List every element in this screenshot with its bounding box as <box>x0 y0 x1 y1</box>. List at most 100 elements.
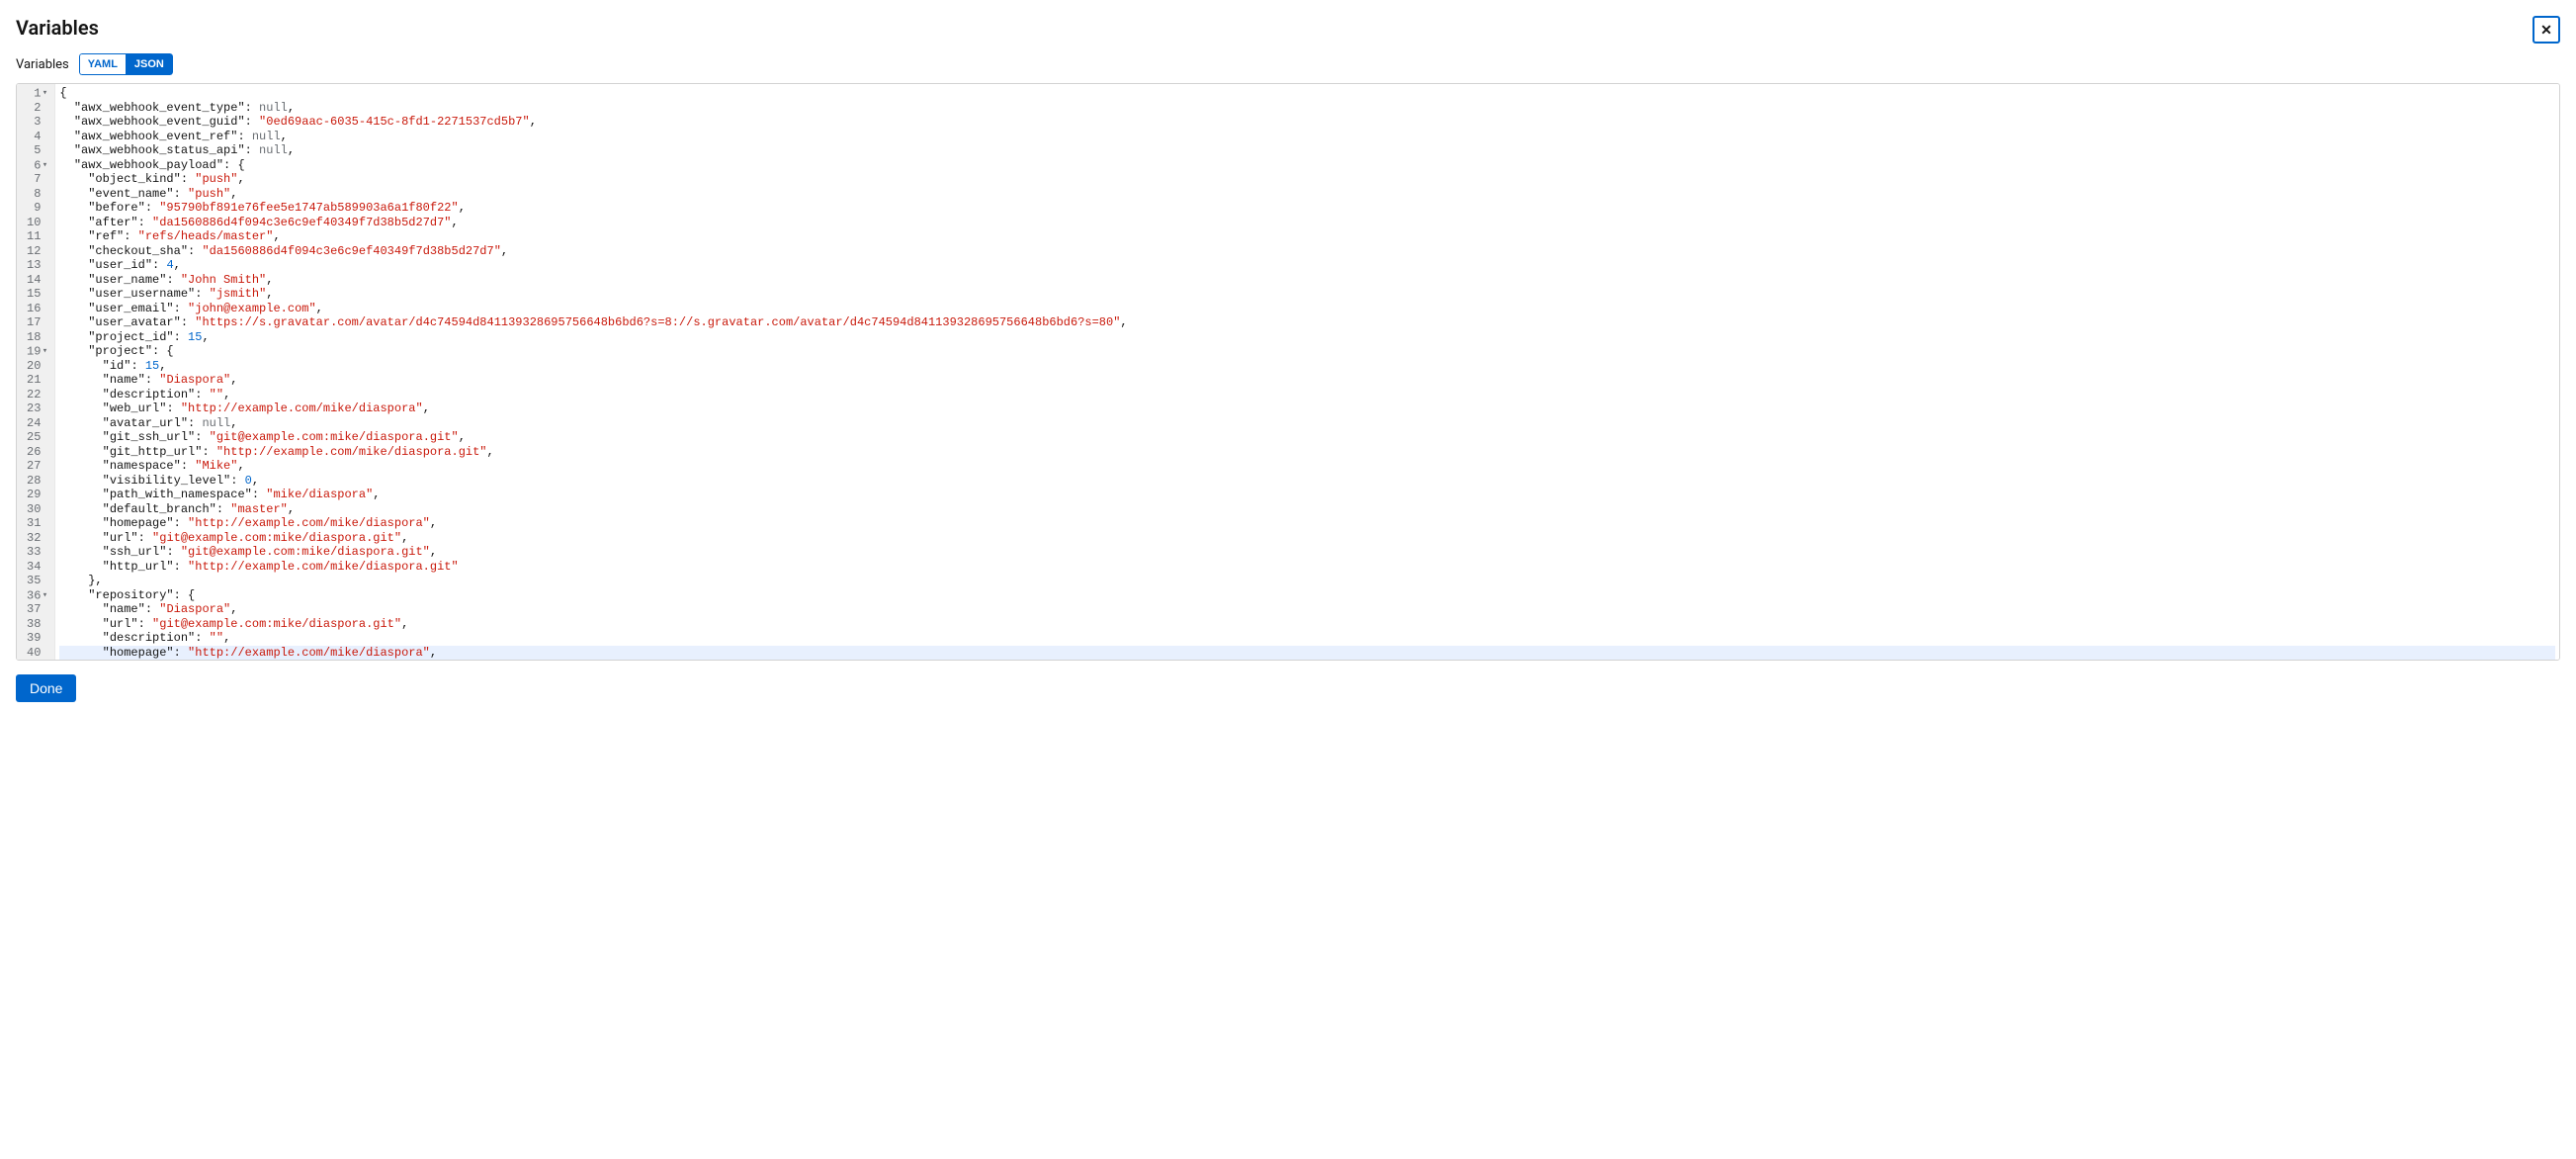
line-number: 19▾ <box>27 344 48 359</box>
code-line[interactable]: "awx_webhook_event_ref": null, <box>59 130 2555 144</box>
line-number: 35 <box>27 574 48 588</box>
line-number: 10 <box>27 216 48 230</box>
code-line[interactable]: "checkout_sha": "da1560886d4f094c3e6c9ef… <box>59 244 2555 259</box>
variables-toolbar: Variables YAML JSON <box>16 53 2560 75</box>
line-number: 1▾ <box>27 86 48 101</box>
line-number: 30 <box>27 502 48 517</box>
line-number: 18 <box>27 330 48 345</box>
code-line[interactable]: "path_with_namespace": "mike/diaspora", <box>59 488 2555 502</box>
line-number: 21 <box>27 373 48 388</box>
line-number: 24 <box>27 416 48 431</box>
code-line[interactable]: "url": "git@example.com:mike/diaspora.gi… <box>59 617 2555 632</box>
line-number: 36▾ <box>27 588 48 603</box>
code-line[interactable]: "object_kind": "push", <box>59 172 2555 187</box>
line-number: 11 <box>27 229 48 244</box>
fold-toggle-icon[interactable]: ▾ <box>41 158 48 173</box>
line-number: 15 <box>27 287 48 302</box>
line-number: 26 <box>27 445 48 460</box>
line-number: 14 <box>27 273 48 288</box>
line-number: 6▾ <box>27 158 48 173</box>
line-number: 39 <box>27 631 48 646</box>
code-line[interactable]: "after": "da1560886d4f094c3e6c9ef40349f7… <box>59 216 2555 230</box>
modal-title: Variables <box>16 16 99 40</box>
code-line[interactable]: "git_ssh_url": "git@example.com:mike/dia… <box>59 430 2555 445</box>
code-line[interactable]: "description": "", <box>59 388 2555 402</box>
line-number: 3 <box>27 115 48 130</box>
code-line[interactable]: "name": "Diaspora", <box>59 602 2555 617</box>
line-number: 16 <box>27 302 48 316</box>
line-number-gutter: 1▾23456▾78910111213141516171819▾20212223… <box>17 84 55 660</box>
line-number: 4 <box>27 130 48 144</box>
code-line[interactable]: "user_name": "John Smith", <box>59 273 2555 288</box>
line-number: 23 <box>27 401 48 416</box>
modal-header: Variables ✕ <box>16 16 2560 44</box>
code-line[interactable]: "git_http_url": "http://example.com/mike… <box>59 445 2555 460</box>
code-line[interactable]: }, <box>59 574 2555 588</box>
line-number: 13 <box>27 258 48 273</box>
line-number: 5 <box>27 143 48 158</box>
code-line[interactable]: "homepage": "http://example.com/mike/dia… <box>59 646 2555 661</box>
code-line[interactable]: "name": "Diaspora", <box>59 373 2555 388</box>
line-number: 38 <box>27 617 48 632</box>
code-content[interactable]: { "awx_webhook_event_type": null, "awx_w… <box>55 84 2559 660</box>
line-number: 32 <box>27 531 48 546</box>
code-line[interactable]: { <box>59 86 2555 101</box>
line-number: 22 <box>27 388 48 402</box>
code-line[interactable]: "default_branch": "master", <box>59 502 2555 517</box>
code-line[interactable]: "description": "", <box>59 631 2555 646</box>
line-number: 34 <box>27 560 48 575</box>
line-number: 31 <box>27 516 48 531</box>
code-line[interactable]: "ref": "refs/heads/master", <box>59 229 2555 244</box>
code-line[interactable]: "user_avatar": "https://s.gravatar.com/a… <box>59 315 2555 330</box>
code-line[interactable]: "visibility_level": 0, <box>59 474 2555 489</box>
variables-label: Variables <box>16 57 69 72</box>
code-line[interactable]: "awx_webhook_event_type": null, <box>59 101 2555 116</box>
code-line[interactable]: "user_username": "jsmith", <box>59 287 2555 302</box>
code-line[interactable]: "awx_webhook_status_api": null, <box>59 143 2555 158</box>
code-line[interactable]: "http_url": "http://example.com/mike/dia… <box>59 560 2555 575</box>
fold-toggle-icon[interactable]: ▾ <box>41 86 48 101</box>
line-number: 8 <box>27 187 48 202</box>
code-line[interactable]: "before": "95790bf891e76fee5e1747ab58990… <box>59 201 2555 216</box>
fold-toggle-icon[interactable]: ▾ <box>41 588 48 603</box>
code-line[interactable]: "user_email": "john@example.com", <box>59 302 2555 316</box>
line-number: 28 <box>27 474 48 489</box>
code-editor-container: 1▾23456▾78910111213141516171819▾20212223… <box>16 83 2560 661</box>
format-toggle-group: YAML JSON <box>79 53 173 75</box>
code-line[interactable]: "avatar_url": null, <box>59 416 2555 431</box>
line-number: 25 <box>27 430 48 445</box>
done-button[interactable]: Done <box>16 674 76 702</box>
fold-toggle-icon[interactable]: ▾ <box>41 344 48 359</box>
line-number: 17 <box>27 315 48 330</box>
code-line[interactable]: "ssh_url": "git@example.com:mike/diaspor… <box>59 545 2555 560</box>
code-line[interactable]: "event_name": "push", <box>59 187 2555 202</box>
code-line[interactable]: "project": { <box>59 344 2555 359</box>
close-icon: ✕ <box>2540 22 2552 39</box>
code-line[interactable]: "user_id": 4, <box>59 258 2555 273</box>
line-number: 33 <box>27 545 48 560</box>
code-line[interactable]: "id": 15, <box>59 359 2555 374</box>
line-number: 27 <box>27 459 48 474</box>
line-number: 40 <box>27 646 48 661</box>
line-number: 12 <box>27 244 48 259</box>
line-number: 7 <box>27 172 48 187</box>
line-number: 9 <box>27 201 48 216</box>
code-line[interactable]: "homepage": "http://example.com/mike/dia… <box>59 516 2555 531</box>
code-line[interactable]: "web_url": "http://example.com/mike/dias… <box>59 401 2555 416</box>
code-line[interactable]: "awx_webhook_event_guid": "0ed69aac-6035… <box>59 115 2555 130</box>
code-line[interactable]: "project_id": 15, <box>59 330 2555 345</box>
code-line[interactable]: "url": "git@example.com:mike/diaspora.gi… <box>59 531 2555 546</box>
code-line[interactable]: "namespace": "Mike", <box>59 459 2555 474</box>
line-number: 2 <box>27 101 48 116</box>
yaml-toggle-button[interactable]: YAML <box>79 53 126 75</box>
close-button[interactable]: ✕ <box>2533 16 2560 44</box>
modal-footer: Done <box>16 674 2560 702</box>
code-editor[interactable]: 1▾23456▾78910111213141516171819▾20212223… <box>17 84 2559 660</box>
line-number: 20 <box>27 359 48 374</box>
line-number: 29 <box>27 488 48 502</box>
json-toggle-button[interactable]: JSON <box>126 53 173 75</box>
line-number: 37 <box>27 602 48 617</box>
variables-modal: Variables ✕ Variables YAML JSON 1▾23456▾… <box>0 0 2576 718</box>
code-line[interactable]: "repository": { <box>59 588 2555 603</box>
code-line[interactable]: "awx_webhook_payload": { <box>59 158 2555 173</box>
